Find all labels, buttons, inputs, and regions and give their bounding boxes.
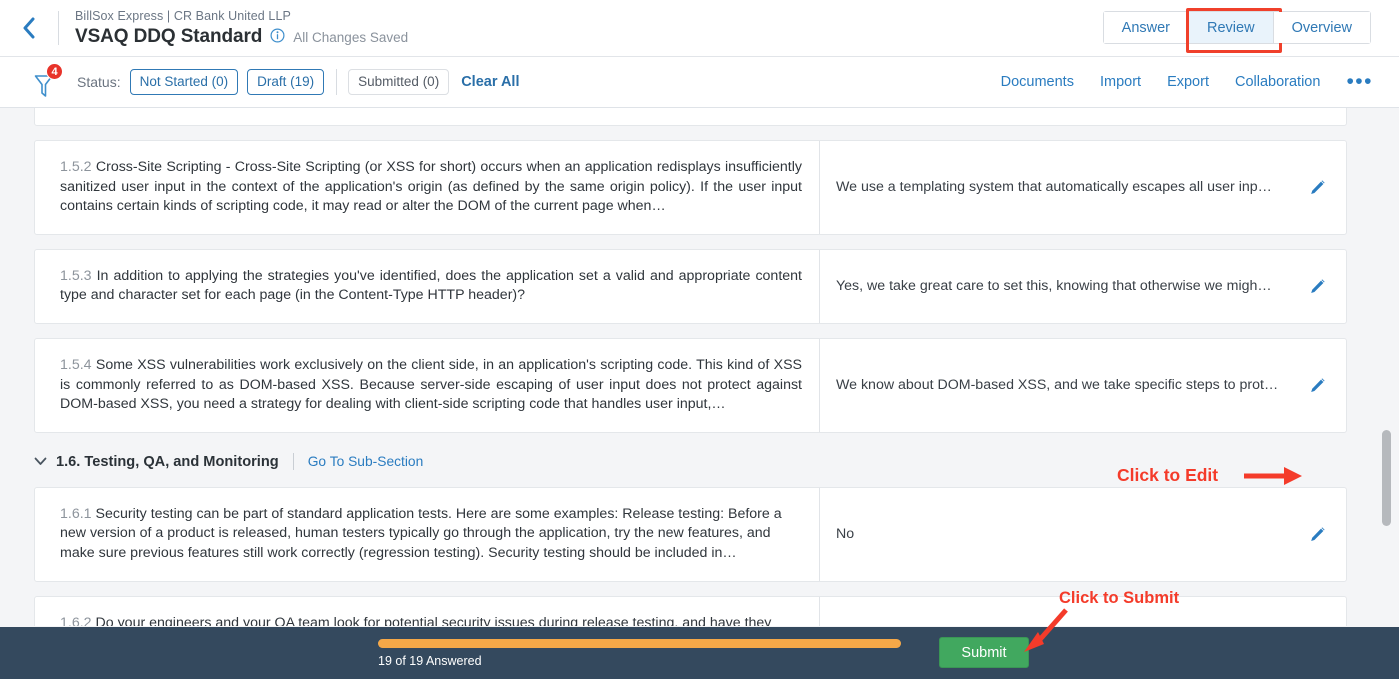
filter-bar: 4 Status: Not Started (0) Draft (19) Sub…: [0, 57, 1399, 108]
question-body: Do your engineers and your QA team look …: [60, 615, 771, 626]
submit-button-label: Submit: [961, 645, 1006, 661]
question-number: 1.5.3: [60, 268, 92, 284]
chevron-down-icon[interactable]: [34, 454, 56, 469]
progress-fill: [378, 639, 901, 648]
title-block: BillSox Express | CR Bank United LLP VSA…: [59, 8, 408, 48]
question-text: 1.5.4 Some XSS vulnerabilities work excl…: [60, 356, 802, 415]
question-text: 1.6.2 Do your engineers and your QA team…: [60, 614, 802, 626]
pencil-edit-icon[interactable]: [1302, 278, 1332, 295]
breadcrumb: BillSox Express | CR Bank United LLP: [75, 8, 408, 25]
progress-section: 19 of 19 Answered: [378, 639, 901, 668]
question-cell: 1.6.2 Do your engineers and your QA team…: [35, 597, 819, 626]
page-title: VSAQ DDQ Standard: [75, 26, 262, 48]
documents-link[interactable]: Documents: [1001, 74, 1074, 90]
question-number: 1.6.2: [60, 615, 92, 626]
tab-review[interactable]: Review: [1189, 12, 1274, 43]
save-status: All Changes Saved: [293, 30, 408, 45]
question-cell: 1.6.1 Security testing can be part of st…: [35, 488, 819, 581]
answer-text: Yes, we take great care to set this, kno…: [836, 278, 1302, 294]
answer-cell[interactable]: We know about DOM-based XSS, and we take…: [819, 339, 1346, 432]
question-body: Some XSS vulnerabilities work exclusivel…: [60, 357, 802, 412]
submit-button[interactable]: Submit: [939, 637, 1029, 668]
table-row-partial-top[interactable]: [34, 108, 1347, 126]
section-divider: [293, 453, 294, 470]
pencil-edit-icon[interactable]: [1302, 179, 1332, 196]
question-cell: 1.5.3 In addition to applying the strate…: [35, 250, 819, 323]
progress-label: 19 of 19 Answered: [378, 654, 901, 668]
question-text: 1.6.1 Security testing can be part of st…: [60, 505, 802, 564]
pencil-edit-icon[interactable]: [1302, 526, 1332, 543]
tab-overview-label: Overview: [1292, 20, 1352, 36]
answer-cell[interactable]: Yes, we take great care to set this, kno…: [819, 250, 1346, 323]
question-text: 1.5.2 Cross-Site Scripting - Cross-Site …: [60, 158, 802, 217]
app-root: BillSox Express | CR Bank United LLP VSA…: [0, 0, 1399, 679]
progress-track: [378, 639, 901, 648]
back-button[interactable]: [0, 0, 58, 57]
filter-pill-submitted[interactable]: Submitted (0): [348, 69, 449, 95]
table-row[interactable]: 1.5.3 In addition to applying the strate…: [34, 249, 1347, 324]
question-cell: 1.5.4 Some XSS vulnerabilities work excl…: [35, 339, 819, 432]
question-number: 1.6.1: [60, 506, 92, 522]
question-number: 1.5.2: [60, 159, 92, 175]
scrollbar-thumb[interactable]: [1382, 430, 1391, 526]
answer-text: No: [836, 526, 1302, 542]
question-number: 1.5.4: [60, 357, 92, 373]
tab-overview[interactable]: Overview: [1274, 12, 1370, 43]
table-row[interactable]: 1.5.4 Some XSS vulnerabilities work excl…: [34, 338, 1347, 433]
pencil-edit-icon[interactable]: [1302, 377, 1332, 394]
table-row[interactable]: 1.5.2 Cross-Site Scripting - Cross-Site …: [34, 140, 1347, 235]
import-link[interactable]: Import: [1100, 74, 1141, 90]
question-body: Security testing can be part of standard…: [60, 506, 782, 561]
question-text: 1.5.3 In addition to applying the strate…: [60, 267, 802, 306]
app-header: BillSox Express | CR Bank United LLP VSA…: [0, 0, 1399, 57]
view-tabs: Answer Review Overview: [1103, 11, 1371, 44]
footer-bar: 19 of 19 Answered Submit: [0, 627, 1399, 679]
collaboration-link[interactable]: Collaboration: [1235, 74, 1320, 90]
filter-pill-divider: [336, 69, 337, 95]
tab-answer[interactable]: Answer: [1104, 12, 1189, 43]
question-cell: 1.5.2 Cross-Site Scripting - Cross-Site …: [35, 141, 819, 234]
tab-review-label: Review: [1207, 20, 1255, 36]
filter-pill-draft[interactable]: Draft (19): [247, 69, 324, 95]
filter-pill-not-started[interactable]: Not Started (0): [130, 69, 239, 95]
answer-text: This is an area where we have some room …: [836, 625, 1302, 626]
ellipsis-icon[interactable]: •••: [1346, 76, 1373, 88]
scrollbar-track[interactable]: [1382, 108, 1391, 626]
filter-button[interactable]: 4: [33, 67, 61, 97]
questions-list: 1.5.2 Cross-Site Scripting - Cross-Site …: [0, 108, 1362, 626]
pencil-edit-icon[interactable]: [1302, 625, 1332, 626]
go-to-sub-section-link[interactable]: Go To Sub-Section: [308, 454, 424, 469]
answer-text: We know about DOM-based XSS, and we take…: [836, 377, 1302, 393]
table-row[interactable]: 1.6.1 Security testing can be part of st…: [34, 487, 1347, 582]
answer-cell[interactable]: We use a templating system that automati…: [819, 141, 1346, 234]
filter-count-badge: 4: [46, 63, 63, 80]
section-title: 1.6. Testing, QA, and Monitoring: [56, 454, 279, 470]
tab-answer-label: Answer: [1122, 20, 1170, 36]
questions-scroll-area: 1.5.2 Cross-Site Scripting - Cross-Site …: [0, 108, 1399, 626]
chevron-left-icon: [22, 17, 36, 39]
question-body: In addition to applying the strategies y…: [60, 268, 802, 304]
status-label: Status:: [77, 74, 121, 90]
info-circle-icon[interactable]: [270, 28, 285, 48]
question-body: Cross-Site Scripting - Cross-Site Script…: [60, 159, 802, 214]
answer-text: We use a templating system that automati…: [836, 179, 1302, 195]
answer-cell[interactable]: No: [819, 488, 1346, 581]
table-row[interactable]: 1.6.2 Do your engineers and your QA team…: [34, 596, 1347, 626]
answer-cell[interactable]: This is an area where we have some room …: [819, 597, 1346, 626]
export-link[interactable]: Export: [1167, 74, 1209, 90]
filter-bar-actions: Documents Import Export Collaboration ••…: [1001, 74, 1373, 90]
section-header[interactable]: 1.6. Testing, QA, and Monitoring Go To S…: [34, 447, 1362, 477]
clear-all-button[interactable]: Clear All: [461, 74, 519, 90]
